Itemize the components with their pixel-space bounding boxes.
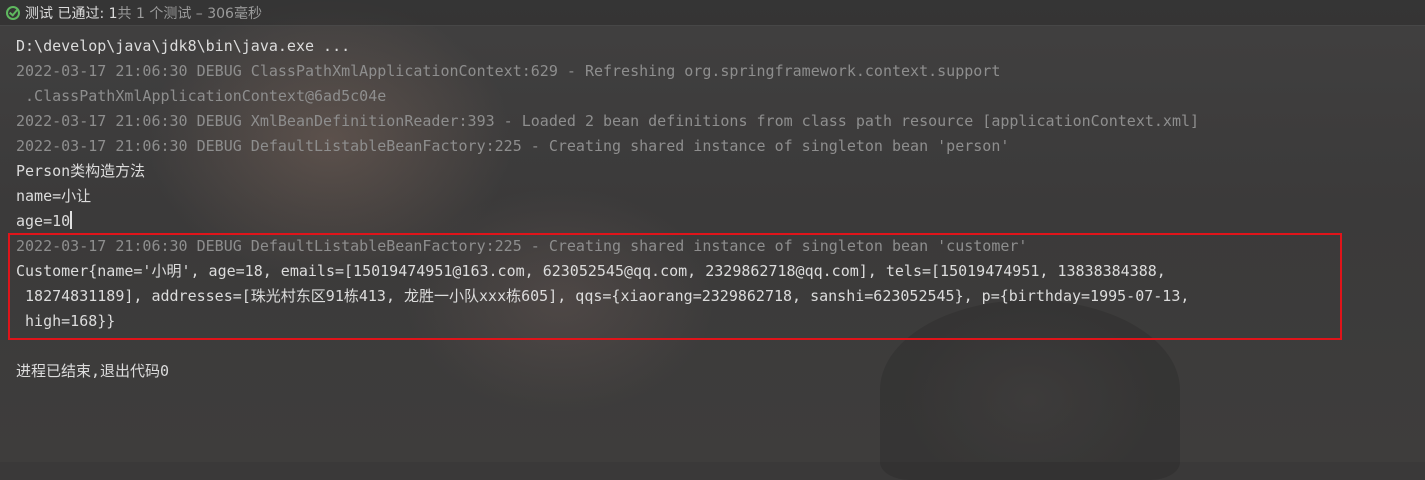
console-line-debug-log: 2022-03-17 21:06:30 DEBUG XmlBeanDefinit… xyxy=(16,112,1200,130)
console-line-output: high=168}} xyxy=(16,312,116,330)
console-line-debug-log: 2022-03-17 21:06:30 DEBUG DefaultListabl… xyxy=(16,237,1028,255)
test-summary-label: 共 1 个测试 – 306毫秒 xyxy=(117,5,262,22)
console-line-debug-log: 2022-03-17 21:06:30 DEBUG ClassPathXmlAp… xyxy=(16,62,1001,80)
console-line-java-command: D:\develop\java\jdk8\bin\java.exe ... xyxy=(16,37,351,55)
test-status-bar: 测试 已通过: 1 共 1 个测试 – 306毫秒 xyxy=(0,0,1425,26)
console-line-output: name=小让 xyxy=(16,187,92,205)
console-line-output: Customer{name='小明', age=18, emails=[1501… xyxy=(16,262,1166,280)
console-line-output: age=10 xyxy=(16,212,71,230)
console-line-output: 18274831189], addresses=[珠光村东区91栋413, 龙胜… xyxy=(16,287,1190,305)
check-circle-icon xyxy=(6,5,20,20)
test-passed-label: 测试 已通过: 1 xyxy=(25,5,118,22)
console-line-output-with-caret: age=10 xyxy=(16,209,1416,234)
console-output[interactable]: D:\develop\java\jdk8\bin\java.exe ... 20… xyxy=(16,34,1416,384)
text-caret xyxy=(70,211,73,229)
console-line-debug-log: 2022-03-17 21:06:30 DEBUG DefaultListabl… xyxy=(16,137,1010,155)
console-line-exit-code: 进程已结束,退出代码0 xyxy=(16,362,170,380)
console-line-debug-log: .ClassPathXmlApplicationContext@6ad5c04e xyxy=(16,87,387,105)
console-line-output: Person类构造方法 xyxy=(16,162,146,180)
